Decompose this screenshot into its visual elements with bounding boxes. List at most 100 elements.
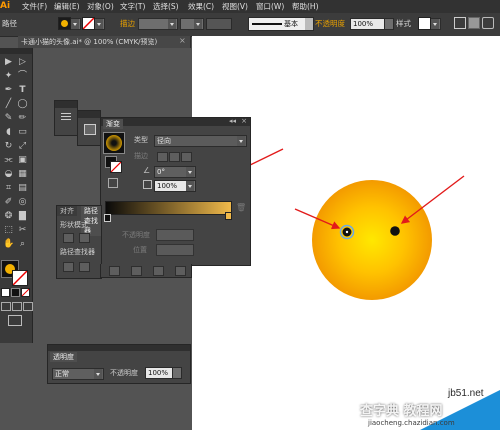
shape-builder-tool-icon[interactable]: ◒ [3,169,14,180]
stroke-swatch[interactable] [82,17,95,30]
variable-width-dropdown[interactable] [180,18,204,30]
menu-file[interactable]: 文件(F) [22,0,47,13]
hand-tool-icon[interactable]: ✋ [3,239,14,250]
eyedropper-tool-icon[interactable]: ✐ [3,197,14,208]
stroke-within-icon[interactable] [157,152,168,162]
slice-tool-icon[interactable]: ✂ [17,225,28,236]
menu-view[interactable]: 视图(V) [222,0,248,13]
magic-wand-tool-icon[interactable]: ✦ [3,71,14,82]
close-panel-icon[interactable]: × [241,117,247,125]
direct-selection-tool-icon[interactable]: ▷ [17,57,28,68]
blend-mode-select[interactable]: 正常 [52,368,104,380]
arrange-documents-icon[interactable] [468,17,480,29]
tab-align[interactable]: 对齐 [57,206,77,216]
menu-type[interactable]: 文字(T) [120,0,145,13]
document-tab[interactable]: 卡通小猫的头像.ai* @ 100% (CMYK/预览) × [18,36,191,48]
gradient-type-select[interactable]: 径向 [154,135,247,147]
rotate-tool-icon[interactable]: ↻ [3,141,14,152]
menu-lines-icon[interactable] [61,113,71,114]
menu-window[interactable]: 窗口(W) [256,0,284,13]
gradient-stop-end[interactable] [225,212,232,220]
type-tool-icon[interactable]: T [17,85,28,96]
aspect-ratio-field[interactable]: 100% [154,180,188,192]
artboard-tool-icon[interactable]: ⬚ [3,225,14,236]
draw-inside-icon[interactable] [23,302,33,311]
unite-icon[interactable] [63,233,74,243]
minus-front-icon[interactable] [79,233,90,243]
stroke-box-icon[interactable] [110,161,122,173]
width-tool-icon[interactable]: ⫘ [3,155,14,166]
stroke-label[interactable]: 描边 [120,19,135,29]
gradient-preview-swatch[interactable] [103,132,125,154]
style-swatch[interactable] [418,17,431,30]
mesh-tool-icon[interactable]: ⌗ [3,183,14,194]
line-tool-icon[interactable]: ╱ [3,99,14,110]
blob-brush-tool-icon[interactable]: ◖ [3,127,14,138]
transparency-opacity-field[interactable]: 100% [145,367,173,379]
fill-swatch[interactable] [58,17,71,30]
eraser-tool-icon[interactable]: ▭ [17,127,28,138]
chevron-down-icon[interactable] [186,180,196,192]
tab-transparency[interactable]: 透明度 [50,352,77,362]
column-graph-tool-icon[interactable]: ▇ [17,211,28,222]
layers-icon[interactable] [84,124,96,135]
reverse-gradient-icon[interactable] [108,178,118,188]
gradient-slider[interactable] [105,201,232,215]
perspective-grid-tool-icon[interactable]: ▦ [17,169,28,180]
color-mode-icon[interactable] [1,288,10,297]
crop-icon[interactable] [131,266,142,276]
selection-tool-icon[interactable]: ▶ [3,57,14,68]
gradient-opacity-field[interactable] [156,229,194,241]
merge-icon[interactable] [109,266,120,276]
menu-edit[interactable]: 编辑(E) [54,0,80,13]
zoom-tool-icon[interactable]: ⌕ [17,239,28,250]
menu-select[interactable]: 选择(S) [153,0,179,13]
collapse-icon[interactable]: ◂◂ [229,117,236,125]
menu-effect[interactable]: 效果(C) [188,0,214,13]
blend-tool-icon[interactable]: ◎ [17,197,28,208]
menu-help[interactable]: 帮助(H) [292,0,319,13]
ellipse-tool-icon[interactable]: ◯ [17,99,28,110]
pencil-tool-icon[interactable]: ✏ [17,113,28,124]
stroke-style-picker[interactable]: 基本 [248,17,314,31]
angle-field[interactable]: 0° [154,166,196,178]
right-eye[interactable] [390,226,400,236]
opacity-field[interactable]: 100% [350,18,386,30]
chevron-right-icon[interactable] [172,367,182,379]
minus-back-icon[interactable] [175,266,186,276]
stroke-color-icon[interactable] [12,270,28,286]
paintbrush-tool-icon[interactable]: ✎ [3,113,14,124]
symbol-sprayer-tool-icon[interactable]: ❂ [3,211,14,222]
stroke-dropdown[interactable] [95,18,105,30]
opacity-label[interactable]: 不透明度 [315,19,345,29]
stroke-weight-field[interactable] [138,18,178,30]
gradient-tool-icon[interactable]: ▤ [17,183,28,194]
screen-mode-icon[interactable] [8,315,22,326]
align-icon[interactable] [482,17,494,29]
menu-object[interactable]: 对象(O) [87,0,114,13]
fill-dropdown[interactable] [71,18,81,30]
stroke-across-icon[interactable] [181,152,192,162]
divide-icon[interactable] [63,262,74,272]
delete-stop-icon[interactable]: 🗑 [236,203,246,212]
lasso-tool-icon[interactable]: ⌒ [17,71,28,82]
trim-icon[interactable] [79,262,90,272]
chevron-right-icon[interactable] [384,18,394,30]
brush-dropdown[interactable] [206,18,232,30]
close-icon[interactable]: × [179,36,186,45]
draw-normal-icon[interactable] [1,302,11,311]
draw-behind-icon[interactable] [12,302,22,311]
style-dropdown[interactable] [431,18,441,30]
sun-circle[interactable] [312,180,432,300]
gradient-stop-start[interactable] [104,214,111,222]
stroke-along-icon[interactable] [169,152,180,162]
pen-tool-icon[interactable]: ✒ [3,85,14,96]
free-transform-tool-icon[interactable]: ▣ [17,155,28,166]
scale-tool-icon[interactable]: ⤢ [17,141,28,152]
tab-gradient[interactable]: 渐变 [103,119,123,129]
gradient-mode-icon[interactable] [11,288,20,297]
document-setup-icon[interactable] [454,17,466,29]
none-mode-icon[interactable] [21,288,30,297]
outline-icon[interactable] [153,266,164,276]
gradient-location-field[interactable] [156,244,194,256]
